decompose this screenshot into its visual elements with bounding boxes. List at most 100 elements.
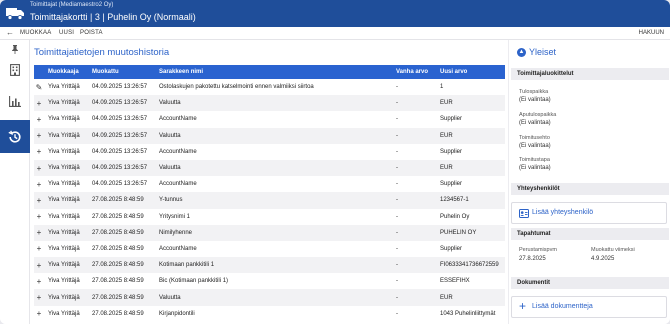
app-header: Toimittajat (Mediamaestro2 Oy) Toimittaj… [0,0,670,27]
app-window: Toimittajat (Mediamaestro2 Oy) Toimittaj… [0,0,670,324]
search-button[interactable]: HAKUUN [639,30,664,36]
table-row[interactable]: + Yiva Yrittäjä 04.09.2025 13:26:57 Account… [34,176,505,192]
general-section-toggle[interactable]: ▲ Yleiset [517,47,556,57]
cell-date: 04.09.2025 13:26:57 [88,127,155,144]
modified-value: 4.9.2025 [591,256,615,262]
cell-new: EUR [436,95,505,112]
cell-new: Puhelin Oy [440,213,470,220]
cell-user: Yiva Yrittäjä [44,95,88,112]
cell-field: Valuutta [155,95,392,112]
cell-date: 27.08.2025 8:48:59 [92,213,144,220]
field-value[interactable]: (Ei valintaa) [519,165,551,171]
field-label: Aputulospaikka [519,112,557,118]
edit-button[interactable]: MUOKKAA [20,30,51,36]
table-row[interactable]: + Yiva Yrittäjä 04.09.2025 13:26:57 Account… [34,144,505,160]
cell-old: - [392,257,436,274]
plus-icon: + [36,179,42,189]
back-arrow-icon[interactable]: ← [6,28,14,37]
table-row[interactable]: + Yiva Yrittäjä 04.09.2025 13:26:57 Valuutt… [34,95,505,112]
cell-old: - [392,192,436,209]
delete-button[interactable]: POISTA [80,30,103,36]
cell-old: - [396,181,398,188]
plus-icon: + [34,159,44,177]
column-header[interactable]: Uusi arvo [436,65,505,79]
cell-field: Valuutta [155,159,392,177]
table-row[interactable]: + Yiva Yrittäjä 04.09.2025 13:26:57 Valuutt… [34,127,505,144]
cell-new: Supplier [440,245,463,252]
cell-new: FI0633341736672559 [436,257,505,274]
plus-icon: + [519,299,527,313]
cell-date: 27.08.2025 8:48:59 [92,245,144,252]
column-header[interactable]: Sarakkeen nimi [155,65,392,79]
table-row[interactable]: + Yiva Yrittäjä 27.08.2025 8:48:59 Valuutta… [34,289,505,306]
history-panel: Toimittajatietojen muutoshistoria Muokka… [30,40,508,324]
add-contact-button[interactable]: Lisää yhteyshenkilö [511,202,667,224]
plus-icon: + [34,192,44,209]
cell-new: EUR [436,127,505,144]
cell-new: 1043 Puhelinliittymät [440,310,496,317]
bar-chart-icon[interactable] [0,90,30,112]
cell-old: - [396,84,398,91]
field-label: Toimitustapa [519,157,550,163]
cell-user: Yiva Yrittäjä [44,127,88,144]
cell-new: 1234567-1 [436,192,505,209]
new-button[interactable]: UUSI [59,30,74,36]
table-row[interactable]: + Yiva Yrittäjä 27.08.2025 8:48:59 Y-tunnus… [34,192,505,209]
plus-icon: + [36,114,42,124]
chevron-up-icon: ▲ [517,47,526,57]
cell-old: - [392,224,436,241]
table-row[interactable]: ✎ Yiva Yrittäjä 04.09.2025 13:26:57 Ostolas… [34,79,505,95]
table-row[interactable]: + Yiva Yrittäjä 27.08.2025 8:48:59 AccountN… [34,241,505,257]
table-row[interactable]: + Yiva Yrittäjä 04.09.2025 13:26:57 Account… [34,111,505,127]
table-row[interactable]: + Yiva Yrittäjä 04.09.2025 13:26:57 Valuutt… [34,159,505,177]
field-value[interactable]: (Ei valintaa) [519,97,551,103]
cell-user: Yiva Yrittäjä [44,224,88,241]
toolbar: ← MUOKKAA UUSI POISTA HAKUUN [0,27,670,40]
column-header[interactable]: Muokattu [88,65,155,79]
cell-field: AccountName [159,116,197,123]
cell-field: AccountName [159,181,197,188]
table-row[interactable]: + Yiva Yrittäjä 27.08.2025 8:48:59 Bic (Kot… [34,273,505,289]
plus-icon: + [34,257,44,274]
page-title: Toimittajatietojen muutoshistoria [34,47,170,58]
cell-date: 27.08.2025 8:48:59 [88,224,155,241]
field-label: Toimitusehto [519,135,550,141]
cell-date: 04.09.2025 13:26:57 [92,84,148,91]
side-title: Yleiset [529,47,557,57]
cell-date: 04.09.2025 13:26:57 [92,181,148,188]
field-value[interactable]: (Ei valintaa) [519,120,551,126]
column-header[interactable]: Muokkaaja [44,65,88,79]
add-documents-button[interactable]: + Lisää dokumentteja [511,296,667,318]
cell-old: - [396,278,398,285]
cell-new: Supplier [440,181,463,188]
cell-date: 27.08.2025 8:48:59 [92,278,144,285]
cell-field: Y-tunnus [155,192,392,209]
cell-user: Yiva Yrittäjä [48,116,80,123]
cell-new: Supplier [440,148,463,155]
section-header: Tapahtumat [511,228,669,240]
history-icon[interactable] [0,120,30,153]
cell-old: - [396,245,398,252]
cell-field: Valuutta [155,127,392,144]
pin-icon[interactable] [0,42,30,56]
cell-new: ESSEFIHX [440,278,470,285]
cell-new: PUHELIN OY [436,224,505,241]
table-row[interactable]: + Yiva Yrittäjä 27.08.2025 8:48:59 Yritysni… [34,209,505,225]
cell-old: - [396,310,398,317]
table-row[interactable]: + Yiva Yrittäjä 27.08.2025 8:48:59 Nimilyhe… [34,224,505,241]
app-subtitle: Toimittajat (Mediamaestro2 Oy) [30,2,114,8]
plus-icon: + [36,244,42,254]
cell-field: Ostolaskujen pakotettu katselmointi enne… [159,84,314,91]
cell-old: - [396,148,398,155]
column-header[interactable]: Vanha arvo [392,65,436,79]
building-icon[interactable] [0,60,30,80]
field-value[interactable]: (Ei valintaa) [519,143,551,149]
cell-date: 04.09.2025 13:26:57 [92,116,148,123]
table-row[interactable]: + Yiva Yrittäjä 27.08.2025 8:48:59 Kotimaan… [34,257,505,274]
table-row[interactable]: + Yiva Yrittäjä 27.08.2025 8:48:59 Kirjanpi… [34,306,505,322]
cell-user: Yiva Yrittäjä [48,181,80,188]
cell-user: Yiva Yrittäjä [48,310,80,317]
plus-icon: + [36,147,42,157]
cell-old: - [396,116,398,123]
cell-new: EUR [436,289,505,306]
